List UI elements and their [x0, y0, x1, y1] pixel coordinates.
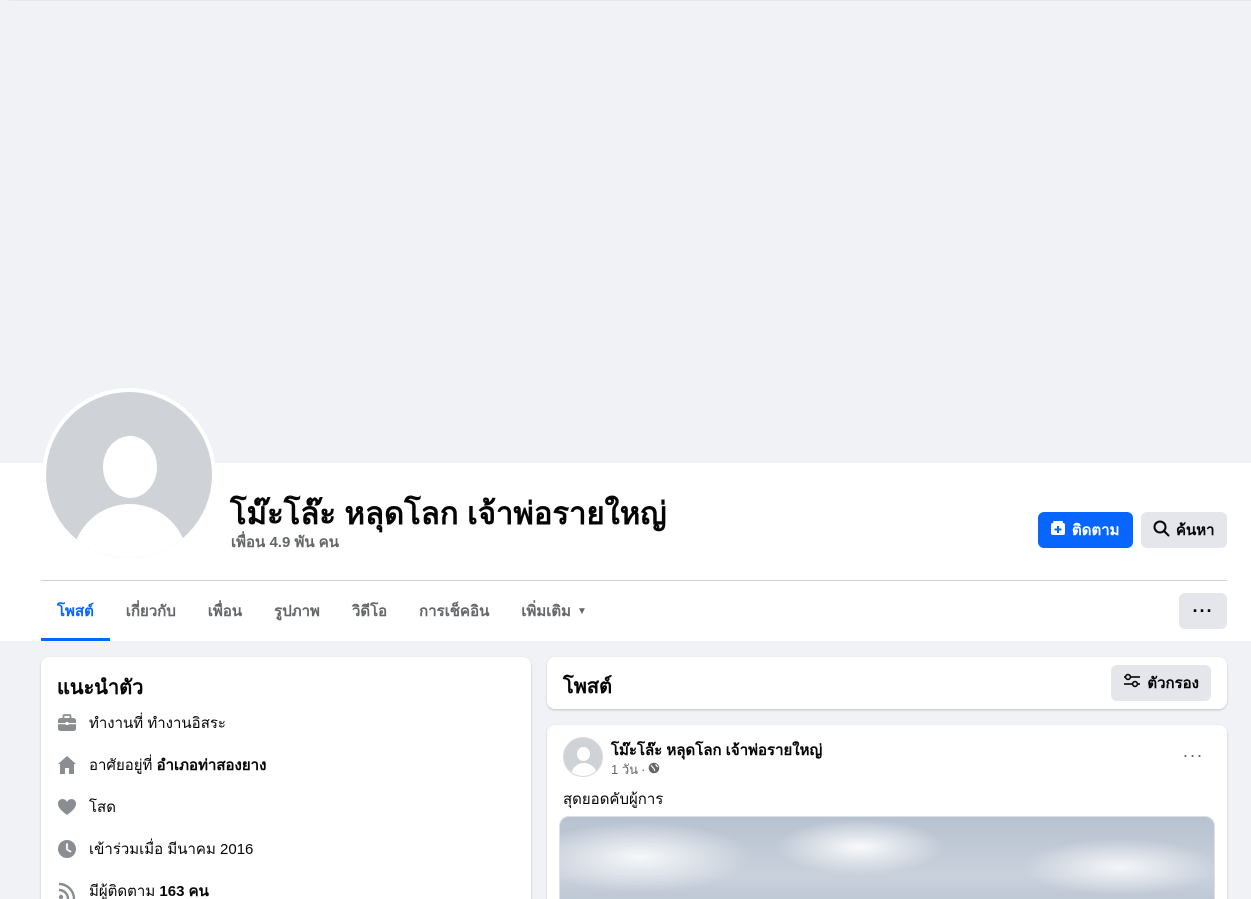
globe-icon [648, 762, 660, 777]
tab-photos[interactable]: รูปภาพ [258, 581, 336, 641]
intro-card: แนะนำตัว ทำงานที่ ทำงานอิสระ อาศัยอยู่ที… [41, 657, 531, 899]
search-icon [1153, 520, 1170, 541]
post-timestamp[interactable]: 1 วัน [611, 759, 638, 780]
home-icon [57, 755, 77, 775]
follow-icon [1050, 520, 1066, 540]
briefcase-icon [57, 713, 77, 733]
intro-followers[interactable]: มีผู้ติดตาม 163 คน [57, 879, 209, 899]
post-author-avatar[interactable] [563, 737, 603, 777]
tab-friends[interactable]: เพื่อน [192, 581, 258, 641]
post-text: สุดยอดคับผู้การ [563, 791, 664, 808]
tab-check-ins[interactable]: การเช็คอิน [403, 581, 505, 641]
intro-joined: เข้าร่วมเมื่อ มีนาคม 2016 [57, 837, 253, 861]
post-card: โม๊ะโล๊ะ หลุดโลก เจ้าพ่อรายใหญ่ 1 วัน · … [547, 725, 1227, 899]
post-image[interactable] [559, 816, 1215, 899]
tab-posts[interactable]: โพสต์ [41, 581, 110, 641]
follow-button[interactable]: ติดตาม [1038, 512, 1133, 548]
friends-count[interactable]: เพื่อน 4.9 พัน คน [231, 530, 339, 554]
heart-icon [57, 797, 77, 817]
intro-title: แนะนำตัว [57, 677, 144, 699]
search-button[interactable]: ค้นหา [1141, 512, 1227, 548]
meta-separator: · [641, 762, 646, 777]
posts-header-card: โพสต์ ตัวกรอง [547, 657, 1227, 709]
intro-lives: อาศัยอยู่ที่ อำเภอท่าสองยาง [57, 753, 266, 777]
filter-label: ตัวกรอง [1147, 675, 1199, 692]
posts-title: โพสต์ [563, 676, 613, 698]
tab-videos[interactable]: วิดีโอ [336, 581, 403, 641]
more-options-button[interactable]: ··· [1179, 593, 1227, 629]
tab-about[interactable]: เกี่ยวกับ [110, 581, 192, 641]
cover-photo[interactable] [9, 0, 1251, 463]
caret-down-icon: ▼ [577, 605, 587, 617]
tab-more[interactable]: เพิ่มเติม ▼ [505, 581, 603, 641]
intro-relationship: โสด [57, 795, 116, 819]
filter-button[interactable]: ตัวกรอง [1111, 665, 1211, 701]
intro-work: ทำงานที่ ทำงานอิสระ [57, 711, 226, 735]
profile-tabs: โพสต์ เกี่ยวกับ เพื่อน รูปภาพ วิดีโอ การ… [41, 581, 603, 641]
search-label: ค้นหา [1176, 522, 1215, 539]
post-options-button[interactable]: ··· [1175, 741, 1211, 769]
rss-icon [57, 881, 77, 899]
profile-picture[interactable] [42, 388, 216, 562]
clock-icon [57, 839, 77, 859]
filter-icon [1123, 672, 1141, 694]
avatar-placeholder [46, 392, 212, 558]
follow-label: ติดตาม [1072, 522, 1120, 539]
more-icon: ··· [1192, 600, 1214, 621]
post-meta: 1 วัน · [611, 759, 660, 780]
